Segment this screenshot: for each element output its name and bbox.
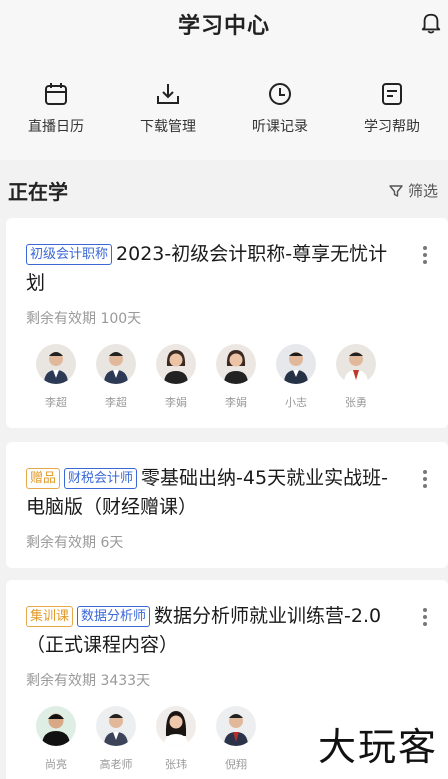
funnel-icon bbox=[389, 184, 403, 197]
shortcut-study-help[interactable]: 学习帮助 bbox=[336, 80, 448, 136]
section-title: 正在学 bbox=[8, 180, 68, 204]
teacher: 高老师 bbox=[86, 706, 146, 772]
download-icon bbox=[157, 84, 179, 104]
avatar bbox=[336, 344, 376, 384]
course-title-row: 赠品 财税会计师 零基础出纳-45天就业实战班-电脑版（财经赠课） bbox=[26, 464, 404, 522]
teacher-name: 倪翔 bbox=[225, 758, 247, 771]
teacher: 倪翔 bbox=[206, 706, 266, 772]
course-tag: 初级会计职称 bbox=[26, 244, 113, 265]
more-options-icon[interactable] bbox=[422, 608, 428, 629]
teacher: 李超 bbox=[86, 344, 146, 410]
avatar bbox=[216, 344, 256, 384]
teacher-name: 李娟 bbox=[165, 396, 187, 409]
course-tag: 财税会计师 bbox=[64, 468, 138, 489]
teacher-name: 李超 bbox=[45, 396, 67, 409]
teacher-name: 尚亮 bbox=[45, 758, 67, 771]
calendar-icon bbox=[45, 83, 67, 105]
teacher: 李娟 bbox=[146, 344, 206, 410]
avatar bbox=[36, 344, 76, 384]
course-title-row: 初级会计职称 2023-初级会计职称-尊享无忧计划 bbox=[26, 240, 404, 298]
header: 学习中心 直播日历 下载管理 听课记录 学习帮助 bbox=[0, 0, 448, 160]
help-doc-icon bbox=[382, 83, 402, 105]
watermark: 大玩客 bbox=[317, 725, 438, 769]
filter-label: 筛选 bbox=[407, 182, 438, 200]
avatar bbox=[156, 706, 196, 746]
teacher: 张勇 bbox=[326, 344, 386, 410]
filter-button[interactable]: 筛选 bbox=[389, 180, 438, 201]
shortcut-download-manager[interactable]: 下载管理 bbox=[112, 80, 224, 136]
teacher-name: 李娟 bbox=[225, 396, 247, 409]
avatar bbox=[96, 706, 136, 746]
course-tag: 集训课 bbox=[26, 606, 74, 627]
teacher: 李娟 bbox=[206, 344, 266, 410]
validity-text: 剩余有效期 6天 bbox=[26, 535, 124, 551]
validity-text: 剩余有效期 3433天 bbox=[26, 673, 151, 689]
avatar bbox=[96, 344, 136, 384]
course-card[interactable]: 赠品 财税会计师 零基础出纳-45天就业实战班-电脑版（财经赠课） 剩余有效期 6天 bbox=[6, 442, 448, 568]
course-card[interactable]: 初级会计职称 2023-初级会计职称-尊享无忧计划 剩余有效期 100天 李超 李… bbox=[6, 218, 448, 428]
teacher: 李超 bbox=[26, 344, 86, 410]
teacher-name: 小志 bbox=[285, 396, 307, 409]
shortcut-bar: 直播日历 下载管理 听课记录 学习帮助 bbox=[0, 80, 448, 136]
shortcut-label: 下载管理 bbox=[140, 119, 196, 135]
teacher: 张玮 bbox=[146, 706, 206, 772]
shortcut-label: 学习帮助 bbox=[364, 119, 420, 135]
teacher-list: 李超 李超 李娟 李娟 小志 张勇 bbox=[26, 344, 386, 410]
shortcut-listen-history[interactable]: 听课记录 bbox=[224, 80, 336, 136]
shortcut-label: 直播日历 bbox=[28, 119, 84, 135]
course-tag: 数据分析师 bbox=[77, 606, 151, 627]
teacher-list: 尚亮 高老师 张玮 倪翔 bbox=[26, 706, 266, 772]
bell-icon[interactable] bbox=[420, 10, 442, 36]
more-options-icon[interactable] bbox=[422, 246, 428, 267]
course-tag: 赠品 bbox=[26, 468, 61, 489]
avatar bbox=[276, 344, 316, 384]
teacher-name: 张勇 bbox=[345, 396, 367, 409]
avatar bbox=[216, 706, 256, 746]
teacher: 尚亮 bbox=[26, 706, 86, 772]
avatar bbox=[156, 344, 196, 384]
teacher: 小志 bbox=[266, 344, 326, 410]
teacher-name: 张玮 bbox=[165, 758, 187, 771]
course-title-row: 集训课 数据分析师 数据分析师就业训练营-2.0（正式课程内容） bbox=[26, 602, 404, 660]
avatar bbox=[36, 706, 76, 746]
teacher-name: 李超 bbox=[105, 396, 127, 409]
more-options-icon[interactable] bbox=[422, 470, 428, 491]
teacher-name: 高老师 bbox=[99, 758, 133, 771]
validity-text: 剩余有效期 100天 bbox=[26, 311, 142, 327]
page-title: 学习中心 bbox=[177, 14, 270, 39]
shortcut-live-calendar[interactable]: 直播日历 bbox=[0, 80, 112, 136]
shortcut-label: 听课记录 bbox=[252, 119, 308, 135]
clock-icon bbox=[269, 83, 291, 105]
